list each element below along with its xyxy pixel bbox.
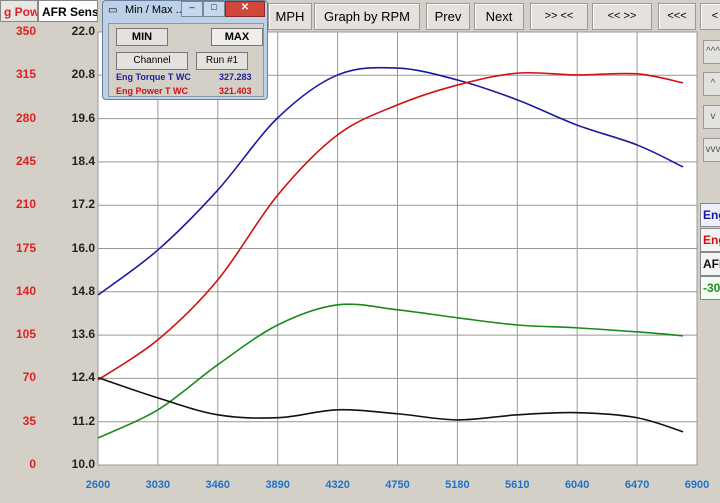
afr-tick-label: 19.6 (71, 110, 95, 125)
legend-eng-power[interactable]: Eng (700, 228, 720, 252)
legend-green-channel[interactable]: -30 (700, 276, 720, 300)
legend-eng-torque[interactable]: Eng (700, 203, 720, 227)
mph-button[interactable]: MPH (268, 3, 312, 30)
rpm-tick-label: 6900 (684, 479, 710, 491)
row-channel: Eng Power T WC (116, 86, 188, 96)
afr-tick-label: 14.8 (71, 283, 95, 298)
afr-tick-label: 10.0 (71, 457, 95, 471)
afr-tick-label: 13.6 (71, 327, 95, 342)
row-value: 321.403 (219, 86, 252, 96)
minimize-button[interactable]: – (181, 1, 203, 17)
afr-tick-label: 17.2 (71, 197, 95, 212)
rpm-tick-label: 4320 (325, 479, 350, 491)
channel-header: Channel (116, 52, 188, 70)
min-button[interactable]: MIN (116, 28, 168, 46)
rpm-tick-label: 3460 (205, 479, 231, 491)
graph-by-rpm-button[interactable]: Graph by RPM (314, 3, 420, 30)
scroll-down-button[interactable]: v (703, 105, 720, 129)
zoom-in-button[interactable]: >> << (530, 3, 588, 30)
power-tick-label: 105 (15, 327, 36, 342)
rpm-tick-label: 3890 (265, 479, 290, 491)
rpm-tick-label: 2600 (85, 479, 111, 491)
power-tick-label: 140 (15, 283, 36, 298)
min-max-dialog: ▭ Min / Max ... – □ ✕ MIN MAX Channel Ru… (102, 0, 268, 100)
rpm-tick-label: 6040 (564, 479, 590, 491)
afr-tick-label: 16.0 (71, 240, 95, 255)
legend-afr[interactable]: AFR (700, 252, 720, 276)
rpm-tick-label: 3030 (145, 479, 171, 491)
power-tick-label: 70 (22, 370, 36, 385)
row-channel: Eng Torque T WC (116, 72, 191, 82)
scroll-down-fast-button[interactable]: vvv (703, 138, 720, 162)
power-tick-label: 35 (22, 413, 36, 428)
close-button[interactable]: ✕ (225, 1, 265, 17)
power-tick-label: 175 (15, 240, 36, 255)
power-tick-label: 210 (15, 197, 36, 212)
zoom-out-button[interactable]: << >> (592, 3, 652, 30)
scroll-left-small-button[interactable]: < (700, 3, 720, 30)
rpm-tick-label: 5180 (445, 479, 470, 491)
rpm-tick-label: 6470 (624, 479, 650, 491)
power-tick-label: 280 (15, 110, 36, 125)
run-header: Run #1 (196, 52, 248, 70)
rpm-tick-label: 4750 (385, 479, 410, 491)
afr-tick-label: 18.4 (71, 153, 95, 168)
scroll-up-fast-button[interactable]: ^^^ (703, 40, 720, 64)
afr-tick-label: 22.0 (71, 24, 95, 38)
power-tick-label: 245 (15, 153, 36, 168)
scroll-up-button[interactable]: ^ (703, 72, 720, 96)
power-tick-label: 0 (29, 457, 36, 471)
afr-tick-label: 11.2 (72, 413, 95, 428)
power-tick-label: 315 (15, 67, 36, 82)
afr-tick-label: 12.4 (71, 370, 95, 385)
row-value: 327.283 (219, 72, 252, 82)
dialog-title: Min / Max ... (125, 4, 185, 16)
prev-button[interactable]: Prev (426, 3, 470, 30)
window-icon: ▭ (108, 5, 118, 16)
maximize-button[interactable]: □ (203, 1, 225, 17)
next-button[interactable]: Next (474, 3, 524, 30)
rpm-tick-label: 5610 (505, 479, 530, 491)
afr-tick-label: 20.8 (71, 67, 95, 82)
power-tick-label: 350 (15, 24, 36, 38)
max-button[interactable]: MAX (211, 28, 263, 46)
scroll-left-button[interactable]: <<< (658, 3, 696, 30)
